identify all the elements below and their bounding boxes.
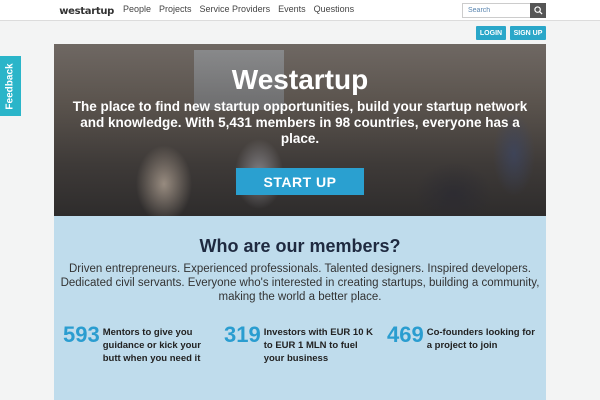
logo-text: westartup (59, 5, 114, 17)
feedback-tab[interactable]: Feedback (0, 56, 21, 116)
nav-link-events[interactable]: Events (278, 4, 306, 14)
search-icon (533, 6, 543, 15)
stat-cofounders: 469 Co-founders looking for a project to… (387, 324, 539, 352)
westartup-logo[interactable]: westartup (58, 3, 114, 19)
start-up-button[interactable]: START UP (236, 168, 364, 195)
members-description: Driven entrepreneurs. Experienced profes… (60, 263, 540, 303)
signup-button[interactable]: SIGN UP (510, 26, 546, 40)
stat-label: Mentors to give you guidance or kick you… (102, 327, 201, 364)
stat-mentors: 593 Mentors to give you guidance or kick… (63, 324, 215, 365)
stat-label: Co-founders looking for a project to joi… (426, 327, 535, 351)
top-navbar: westartup People Projects Service Provid… (0, 0, 600, 21)
feedback-label: Feedback (5, 62, 17, 110)
hero-tagline: The place to find new startup opportunit… (72, 99, 528, 146)
nav-link-projects[interactable]: Projects (159, 4, 192, 14)
nav-link-questions[interactable]: Questions (314, 4, 355, 14)
stat-investors: 319 Investors with EUR 10 K to EUR 1 MLN… (224, 324, 376, 365)
nav-link-service-providers[interactable]: Service Providers (200, 4, 271, 14)
search-button[interactable] (530, 3, 546, 18)
stat-label: Investors with EUR 10 K to EUR 1 MLN to … (263, 327, 373, 364)
nav-link-people[interactable]: People (123, 4, 151, 14)
members-title: Who are our members? (199, 236, 401, 256)
members-section: Who are our members? Driven entrepreneur… (54, 216, 546, 400)
stat-number: 319 (224, 322, 261, 347)
search-input[interactable] (462, 3, 530, 18)
login-button[interactable]: LOGIN (476, 26, 506, 40)
hero-title: Westartup (231, 64, 369, 95)
stat-number: 469 (387, 322, 424, 347)
stat-number: 593 (63, 322, 100, 347)
main-nav: People Projects Service Providers Events… (123, 4, 354, 14)
hero-banner: Westartup The place to find new startup … (54, 44, 546, 216)
